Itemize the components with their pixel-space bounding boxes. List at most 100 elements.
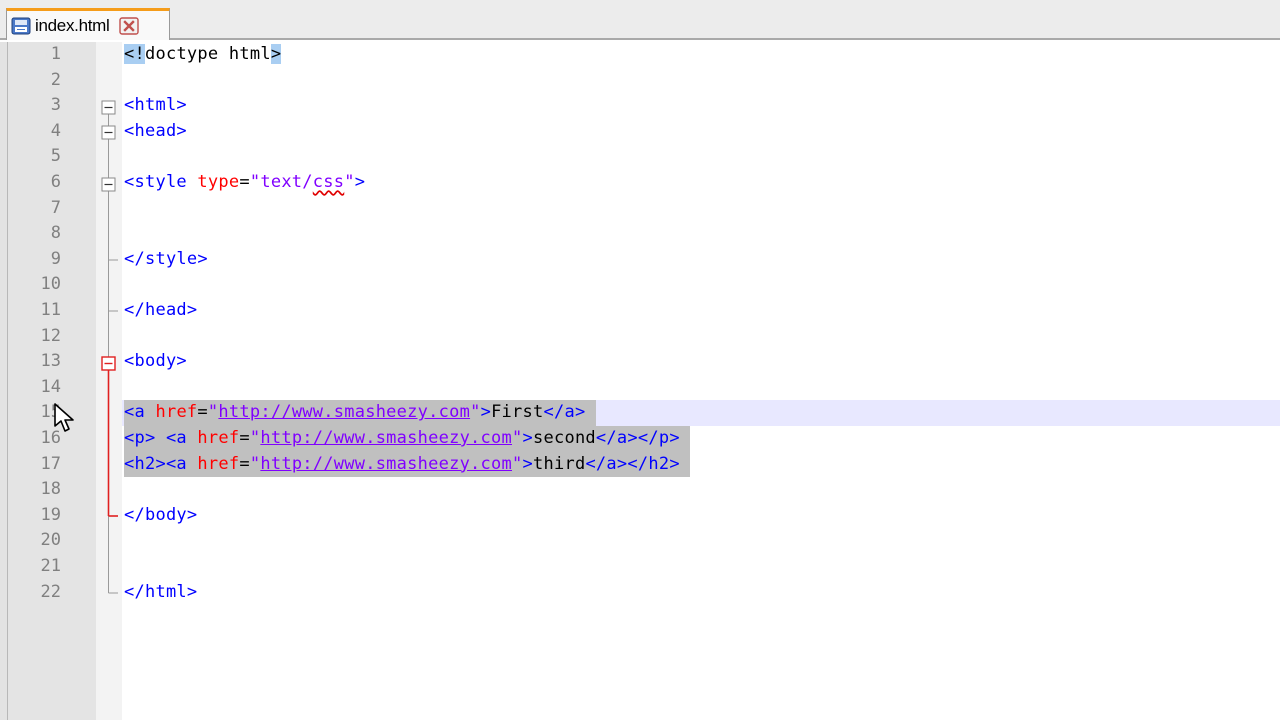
code-text[interactable]: </body> — [124, 503, 197, 529]
code-text[interactable]: <style type="text/css"> — [124, 170, 365, 196]
code-line[interactable]: 22 </html> — [0, 580, 1280, 606]
code-token: </head> — [124, 300, 198, 320]
code-token: <! — [124, 44, 145, 64]
code-token: href — [197, 428, 240, 448]
code-token: <a — [124, 402, 156, 423]
code-token: </a></h2> — [585, 453, 680, 474]
code-text[interactable]: <body> — [124, 349, 187, 375]
code-line[interactable]: 20 — [0, 528, 1280, 554]
mouse-pointer-icon — [54, 403, 74, 432]
code-token: <h2><a — [124, 453, 198, 474]
code-line[interactable]: 18 — [0, 477, 1280, 503]
code-token: type — [197, 172, 240, 192]
code-line[interactable]: 16 <p> <a href="http://www.smasheezy.com"… — [0, 426, 1280, 452]
line-number: 12 — [40, 325, 61, 346]
code-text[interactable]: </html> — [124, 580, 197, 606]
tab-bar: index.html — [0, 0, 1280, 40]
code-token: > — [480, 402, 492, 423]
line-number: 3 — [50, 95, 61, 116]
code-line[interactable]: 15 <a href="http://www.smasheezy.com">Fir… — [0, 400, 1280, 426]
code-token: </style> — [124, 248, 208, 269]
code-line[interactable]: 7 — [0, 196, 1280, 222]
code-token: </html> — [124, 581, 198, 602]
code-line[interactable]: 19 </body> — [0, 503, 1280, 529]
code-line[interactable]: 21 — [0, 554, 1280, 580]
code-token: third — [533, 453, 586, 474]
code-line[interactable]: 2 — [0, 68, 1280, 94]
code-token: " — [470, 402, 481, 423]
code-text[interactable]: <a href="http://www.smasheezy.com">First… — [124, 400, 596, 426]
code-text[interactable]: </head> — [124, 298, 197, 324]
code-token: = — [197, 402, 208, 423]
close-icon[interactable] — [119, 16, 140, 35]
line-number: 17 — [40, 453, 61, 474]
code-token: First — [491, 402, 544, 423]
line-number: 2 — [50, 69, 61, 90]
fold-toggle-icon[interactable] — [101, 177, 116, 192]
fold-toggle-icon[interactable] — [101, 125, 116, 140]
code-token: <body> — [124, 351, 187, 372]
code-editor[interactable]: 1 <!doctype html> 2 3 <html> 4 <head> 5 6 <style … — [0, 42, 1280, 720]
code-line[interactable]: 8 — [0, 221, 1280, 247]
code-token: css — [312, 172, 345, 192]
line-number: 9 — [50, 248, 61, 269]
tab-title: index.html — [35, 15, 110, 35]
code-token: > — [354, 172, 366, 192]
tab-index-html[interactable]: index.html — [6, 8, 170, 40]
line-number: 14 — [40, 376, 61, 397]
fold-toggle-active-icon[interactable] — [101, 356, 116, 371]
code-token: http://www.smasheezy.com — [260, 453, 512, 474]
code-line[interactable]: 4 <head> — [0, 119, 1280, 145]
code-line[interactable]: 3 <html> — [0, 93, 1280, 119]
code-token: " — [512, 428, 523, 448]
fold-toggle-icon[interactable] — [101, 100, 116, 115]
code-line[interactable]: 17 <h2><a href="http://www.smasheezy.com"… — [0, 451, 1280, 478]
code-line[interactable]: 14 — [0, 375, 1280, 401]
code-token: http://www.smasheezy.com — [260, 428, 512, 448]
code-token: http://www.smasheezy.com — [218, 402, 471, 423]
code-token: href — [197, 453, 240, 474]
line-number: 6 — [50, 172, 61, 192]
line-number: 7 — [50, 197, 61, 218]
code-text[interactable]: <head> — [124, 119, 187, 145]
code-line[interactable]: 12 — [0, 324, 1280, 350]
line-number: 8 — [50, 223, 61, 244]
line-number: 11 — [40, 300, 61, 320]
code-token: </a></p> — [595, 428, 680, 448]
line-number: 10 — [40, 274, 61, 295]
code-line[interactable]: 11 </head> — [0, 298, 1280, 324]
code-line[interactable]: 6 <style type="text/css"> — [0, 170, 1280, 196]
code-token: "text/ — [249, 172, 313, 192]
code-token: " — [344, 172, 355, 192]
code-line[interactable]: 1 <!doctype html> — [0, 42, 1280, 68]
code-text[interactable]: <!doctype html> — [124, 42, 282, 68]
code-token: > — [270, 44, 282, 64]
fold-markers — [101, 100, 118, 594]
line-number: 13 — [40, 351, 61, 372]
code-token: </a> — [543, 402, 586, 423]
code-text[interactable]: <html> — [124, 93, 187, 119]
code-text[interactable]: <p> <a href="http://www.smasheezy.com">s… — [124, 426, 691, 452]
code-line[interactable]: 9 </style> — [0, 247, 1280, 273]
file-icon — [11, 17, 31, 34]
line-number: 4 — [50, 120, 61, 141]
code-token: </body> — [124, 504, 198, 525]
code-text[interactable]: <h2><a href="http://www.smasheezy.com">t… — [124, 451, 691, 478]
code-line[interactable]: 10 — [0, 272, 1280, 298]
code-line[interactable]: 5 — [0, 144, 1280, 170]
code-token: <head> — [124, 120, 187, 141]
code-token: " — [512, 453, 523, 474]
code-token: > — [522, 453, 533, 474]
code-line[interactable]: 13 <body> — [0, 349, 1280, 375]
code-token: " — [249, 428, 261, 448]
code-token: = — [239, 172, 250, 192]
code-text[interactable]: </style> — [124, 247, 208, 273]
code-token: " — [249, 453, 261, 474]
line-number: 20 — [40, 530, 61, 551]
code-token: = — [239, 453, 250, 474]
code-token: > — [522, 428, 533, 448]
line-number: 5 — [50, 146, 61, 167]
